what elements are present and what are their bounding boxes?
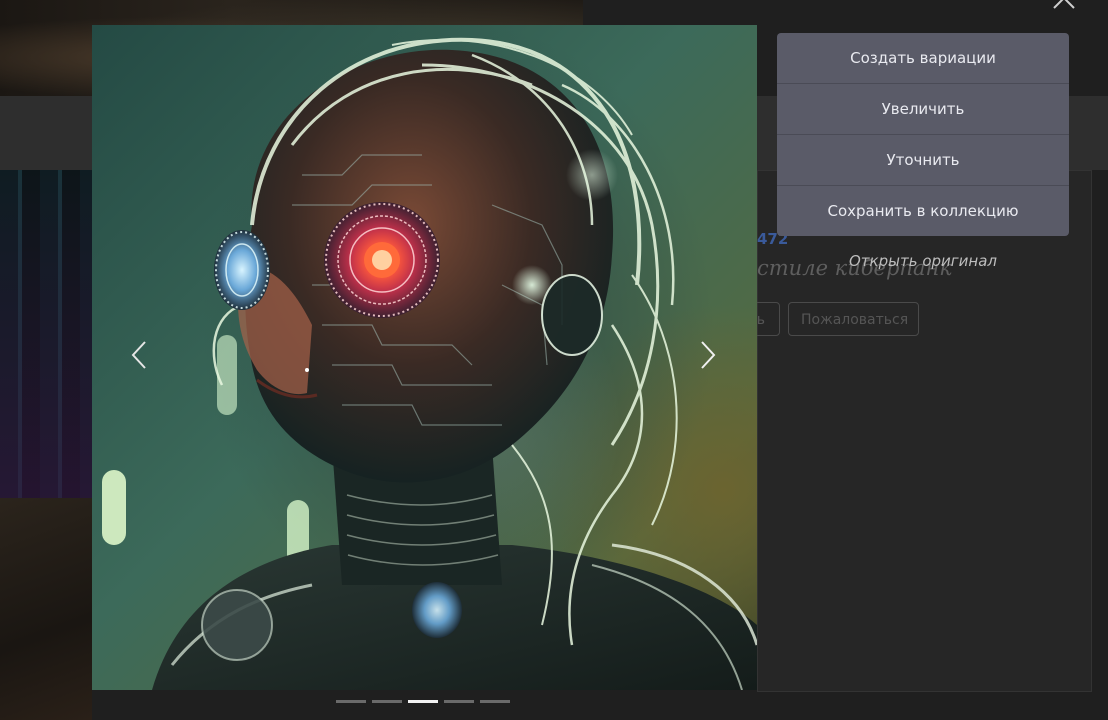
save-to-collection-button[interactable]: Сохранить в коллекцию xyxy=(777,186,1069,236)
lightbox-image xyxy=(92,25,757,690)
close-lightbox-button[interactable] xyxy=(1050,0,1080,20)
carousel-indicator-3[interactable] xyxy=(408,700,438,703)
next-image-button[interactable] xyxy=(692,330,722,380)
background-thumbnail xyxy=(0,170,92,498)
carousel-indicator-2[interactable] xyxy=(372,700,402,703)
carousel-indicator-1[interactable] xyxy=(336,700,366,703)
carousel-indicators xyxy=(336,700,510,703)
chevron-left-icon xyxy=(131,341,146,369)
refine-button[interactable]: Уточнить xyxy=(777,135,1069,186)
open-original-link[interactable]: Открыть оригинал xyxy=(777,252,1069,270)
chevron-right-icon xyxy=(701,341,716,369)
carousel-indicator-5[interactable] xyxy=(480,700,510,703)
background-details-panel xyxy=(757,170,1092,692)
create-variations-button[interactable]: Создать вариации xyxy=(777,33,1069,84)
upscale-button[interactable]: Увеличить xyxy=(777,84,1069,135)
previous-image-button[interactable] xyxy=(125,330,155,380)
close-icon xyxy=(1053,0,1075,9)
background-thumbnail xyxy=(0,498,92,720)
background-report-button: Пожаловаться xyxy=(788,302,919,336)
cyberpunk-portrait-image xyxy=(102,37,757,690)
carousel-indicator-4[interactable] xyxy=(444,700,474,703)
image-action-menu: Создать вариации Увеличить Уточнить Сохр… xyxy=(777,33,1069,236)
